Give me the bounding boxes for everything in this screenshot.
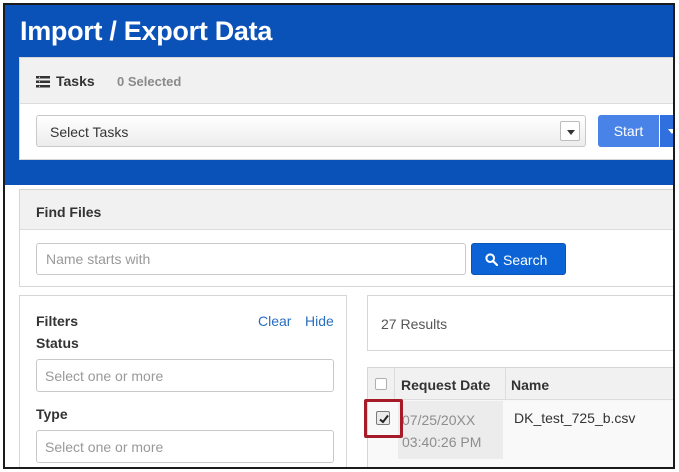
request-time-value: 03:40:26 PM [402,434,482,450]
select-tasks-value: Select Tasks [50,124,129,140]
type-filter-input[interactable] [36,430,334,463]
page-title: Import / Export Data [20,16,273,46]
clear-filters-link[interactable]: Clear [258,313,291,329]
list-icon [36,75,50,93]
search-button-label: Search [503,252,548,268]
find-files-header: Find Files [20,190,673,230]
name-starts-with-input[interactable] [36,243,466,275]
hide-filters-link[interactable]: Hide [305,313,334,329]
type-filter-label: Type [36,406,68,422]
filters-panel: Filters Clear Hide Status Type [19,295,347,467]
search-icon [485,253,499,269]
file-name-value[interactable]: DK_test_725_b.csv [514,410,635,426]
checkbox-checked-icon [379,414,389,424]
table-header-row: Request Date Name [368,368,673,400]
status-filter-input[interactable] [36,359,334,392]
results-count: 27 Results [381,316,448,332]
find-files-title: Find Files [36,204,102,220]
column-header-request-date[interactable]: Request Date [401,377,490,393]
row-checkbox[interactable] [376,411,390,425]
select-tasks-dropdown[interactable]: Select Tasks [36,115,586,147]
filters-title: Filters [36,313,79,329]
tasks-label: Tasks [56,73,95,89]
column-divider [394,368,395,400]
tasks-panel-header: Tasks 0 Selected [20,58,673,104]
start-button[interactable]: Start [598,115,659,147]
import-export-window: Import / Export Data Tasks 0 Selected Se… [3,3,675,469]
column-divider [505,368,506,400]
search-button[interactable]: Search [471,243,566,275]
tasks-panel: Tasks 0 Selected Select Tasks Start [19,57,673,160]
results-table: Request Date Name 07/25/20XX 03:40:26 PM… [367,367,673,467]
request-date-cell [398,401,503,459]
column-header-name[interactable]: Name [511,377,549,393]
start-dropdown-toggle[interactable] [660,115,673,147]
find-files-panel: Find Files Search [19,189,673,287]
chevron-down-icon [560,121,580,141]
tasks-selected-count: 0 Selected [117,74,182,89]
select-all-checkbox[interactable] [375,378,387,390]
results-summary-panel: 27 Results [367,295,673,351]
page-header: Import / Export Data Tasks 0 Selected Se… [5,5,673,185]
status-filter-label: Status [36,335,79,351]
request-date-value: 07/25/20XX [402,412,476,428]
